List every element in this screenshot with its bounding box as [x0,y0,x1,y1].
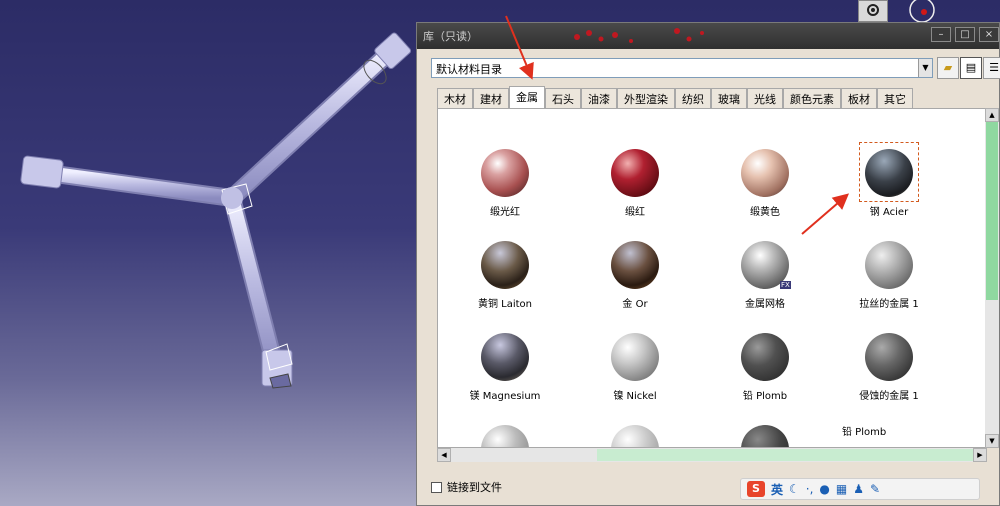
3d-viewport[interactable] [0,0,420,506]
material-preview [741,333,789,381]
plum-blossom-decoration [574,28,704,43]
material-satin-red-light[interactable]: 缎光红 [440,149,570,218]
close-button[interactable]: × [979,27,999,42]
tab-light[interactable]: 光线 [747,88,783,108]
tab-glass[interactable]: 玻璃 [711,88,747,108]
material-preview-partial [481,425,529,447]
list-view-icon: ☰ [989,61,999,74]
tube-model [20,32,412,389]
voice-icon[interactable]: ● [819,482,829,496]
tools-icon[interactable]: ✎ [870,482,880,496]
tab-other[interactable]: 其它 [877,88,913,108]
material-magnesium[interactable]: 镁 Magnesium [440,333,570,402]
material-tabs: 木材 建材 金属 石头 油漆 外型渲染 纺织 玻璃 光线 颜色元素 板材 其它 [437,86,913,108]
tab-construction[interactable]: 建材 [473,88,509,108]
link-to-file-row[interactable]: 链接到文件 [431,479,502,495]
material-brass[interactable]: 黄铜 Laiton [440,241,570,310]
vertical-scrollbar[interactable]: ▲ ▼ [985,108,999,448]
material-preview [611,241,659,289]
scroll-left-icon[interactable]: ◀ [437,448,451,462]
material-preview [865,333,913,381]
tab-paint[interactable]: 油漆 [581,88,617,108]
material-preview-partial [741,425,789,447]
tab-textile[interactable]: 纺织 [675,88,711,108]
link-to-file-checkbox[interactable] [431,481,442,493]
material-corroded-metal[interactable]: 侵蚀的金属 1 [824,333,954,402]
sogou-logo-icon: S [747,481,765,497]
tab-color-elements[interactable]: 颜色元素 [783,88,841,108]
material-lead[interactable]: 铅 Plomb [700,333,830,402]
tab-wood[interactable]: 木材 [437,88,473,108]
compass-widget[interactable] [900,0,946,23]
tab-metal[interactable]: 金属 [509,86,545,108]
horizontal-scroll-thumb[interactable] [597,449,977,461]
material-preview [611,333,659,381]
horizontal-scrollbar[interactable]: ◀ ▶ [437,448,987,462]
list-view-button[interactable]: ☰ [983,57,1000,79]
material-satin-red[interactable]: 缎红 [570,149,700,218]
minimize-button[interactable]: – [931,27,951,42]
icon-view-button[interactable]: ▤ [960,57,982,79]
material-preview [481,149,529,197]
material-steel[interactable]: 钢 Acier [824,149,954,218]
scroll-up-icon[interactable]: ▲ [985,108,999,122]
punctuation-icon[interactable]: ·, [806,482,814,496]
material-preview [481,241,529,289]
keyboard-icon[interactable]: ▦ [836,482,847,496]
icon-view-icon: ▤ [965,61,977,74]
hover-tooltip: 铅 Plomb [842,423,887,438]
scroll-right-icon[interactable]: ▶ [973,448,987,462]
scroll-down-icon[interactable]: ▼ [985,434,999,448]
folder-icon: ▰ [943,61,953,74]
material-satin-yellow[interactable]: 缎黄色 [700,149,830,218]
dialog-titlebar[interactable]: 库（只读） – □ × [417,23,999,49]
material-preview [741,149,789,197]
ime-language-toggle[interactable]: 英 [771,481,783,498]
dialog-title: 库（只读） [423,30,478,43]
link-to-file-label: 链接到文件 [447,481,502,494]
chevron-down-icon[interactable]: ▼ [918,59,932,77]
material-gold[interactable]: 金 Or [570,241,700,310]
moon-icon[interactable]: ☾ [789,482,800,496]
fx-badge: FX [780,281,791,289]
open-folder-button[interactable]: ▰ [937,57,959,79]
material-brushed-metal[interactable]: 拉丝的金属 1 [824,241,954,310]
catalog-dropdown[interactable]: 默认材料目录 ▼ [431,58,933,78]
material-preview [481,333,529,381]
tab-shape-render[interactable]: 外型渲染 [617,88,675,108]
ime-toolbar[interactable]: S 英 ☾ ·, ● ▦ ♟ ✎ [740,478,980,500]
material-preview [865,149,913,197]
material-preview [865,241,913,289]
vertical-scroll-thumb[interactable] [986,122,998,300]
material-preview [611,149,659,197]
material-preview-partial [611,425,659,447]
materials-panel: 缎光红 缎红 缎黄色 钢 Acier 黄铜 Laiton 金 Or 金属网格 F… [437,108,987,448]
material-nickel[interactable]: 镍 Nickel [570,333,700,402]
user-icon[interactable]: ♟ [853,482,864,496]
maximize-button[interactable]: □ [955,27,975,42]
gear-icon [867,4,879,16]
material-metal-mesh[interactable]: 金属网格 [700,241,830,310]
compass-icon [909,0,935,23]
catalog-selected-value: 默认材料目录 [436,63,502,76]
settings-button[interactable] [858,0,888,22]
tab-sheet[interactable]: 板材 [841,88,877,108]
library-dialog: 库（只读） – □ × 默认材料目录 ▼ ▰ ▤ ☰ 木材 建材 金属 石头 油… [416,22,1000,506]
tab-stone[interactable]: 石头 [545,88,581,108]
